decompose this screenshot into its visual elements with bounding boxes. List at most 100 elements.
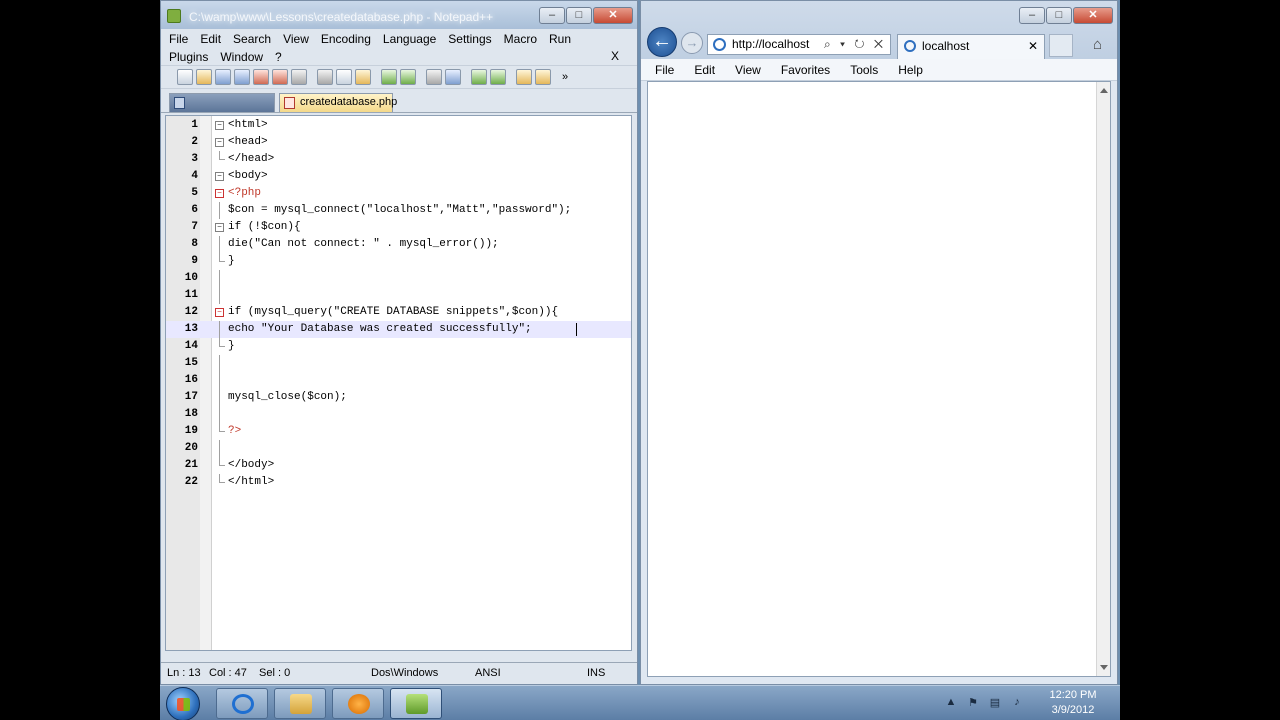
menu-language[interactable]: Language <box>383 30 436 48</box>
menu-help[interactable]: Help <box>898 63 923 77</box>
menu-search[interactable]: Search <box>233 30 271 48</box>
close-all-icon[interactable] <box>272 69 288 85</box>
zoom-out-icon[interactable] <box>490 69 506 85</box>
line-number: 18 <box>184 408 198 420</box>
menu-favorites[interactable]: Favorites <box>781 63 830 77</box>
fold-toggle-icon[interactable]: − <box>215 223 224 232</box>
tab-document-1[interactable] <box>169 93 275 112</box>
status-column: Col : 47 <box>209 667 247 679</box>
menu-plugins[interactable]: Plugins <box>169 48 208 66</box>
minimize-button[interactable]: – <box>1019 7 1045 24</box>
copy-icon[interactable] <box>336 69 352 85</box>
close-button[interactable]: ✕ <box>593 7 633 24</box>
save-all-icon[interactable] <box>234 69 250 85</box>
code-line-current: 13 echo "Your Database was created succe… <box>166 321 631 338</box>
vertical-scrollbar[interactable] <box>1096 82 1110 676</box>
file-saved-icon <box>174 97 185 109</box>
maximize-button[interactable]: □ <box>566 7 592 24</box>
close-document-button[interactable]: X <box>611 47 619 65</box>
menu-run[interactable]: Run <box>549 30 571 48</box>
paste-icon[interactable] <box>355 69 371 85</box>
clock[interactable]: 12:20 PM 3/9/2012 <box>1038 688 1108 718</box>
print-icon[interactable] <box>291 69 307 85</box>
desktop: C:\wamp\www\Lessons\createdatabase.php -… <box>160 0 1120 720</box>
menu-settings[interactable]: Settings <box>448 30 491 48</box>
scroll-up-icon[interactable] <box>1100 88 1108 93</box>
taskbar-internet-explorer[interactable] <box>216 688 268 719</box>
fold-toggle-icon[interactable]: − <box>215 138 224 147</box>
notepadpp-title-bar[interactable]: C:\wamp\www\Lessons\createdatabase.php -… <box>161 1 637 29</box>
tab-createdatabase[interactable]: createdatabase.php <box>279 93 397 112</box>
browser-title-bar[interactable]: – □ ✕ ← → http://localhost ⌕ ▾ ↻ ✕ local… <box>641 1 1117 59</box>
menu-window[interactable]: Window <box>220 48 263 66</box>
menu-tools[interactable]: Tools <box>850 63 878 77</box>
zoom-in-icon[interactable] <box>471 69 487 85</box>
menu-macro[interactable]: Macro <box>504 30 537 48</box>
open-file-icon[interactable] <box>196 69 212 85</box>
browser-tab-localhost[interactable]: localhost ✕ <box>897 34 1045 59</box>
forward-arrow-icon[interactable]: → <box>681 32 703 54</box>
fold-toggle-icon[interactable]: − <box>215 172 224 181</box>
save-icon[interactable] <box>215 69 231 85</box>
fold-toggle-icon[interactable]: − <box>215 308 224 317</box>
system-tray: ▲ ⚑ ▤ ♪ <box>944 696 1024 709</box>
home-icon[interactable]: ⌂ <box>1093 37 1109 53</box>
menu-file[interactable]: File <box>655 63 674 77</box>
ie-logo-icon <box>904 40 916 52</box>
address-tools-icons[interactable]: ⌕ ▾ ↻ ✕ <box>824 35 886 54</box>
code-editor[interactable]: 1 − <html> 2 − <head> 3 </head> 4 − <bod… <box>165 115 632 651</box>
new-tab-button[interactable] <box>1049 34 1073 57</box>
fold-line <box>219 202 220 219</box>
close-button[interactable]: ✕ <box>1073 7 1113 24</box>
menu-help[interactable]: ? <box>275 48 282 66</box>
toolbar-overflow-icon[interactable]: » <box>562 71 568 83</box>
scroll-down-icon[interactable] <box>1100 665 1108 670</box>
close-file-icon[interactable] <box>253 69 269 85</box>
line-number: 15 <box>184 357 198 369</box>
taskbar-notepadpp[interactable] <box>390 688 442 719</box>
code-line: 4 − <body> <box>166 168 631 185</box>
maximize-button[interactable]: □ <box>1046 7 1072 24</box>
fold-line <box>219 372 220 389</box>
find-icon[interactable] <box>426 69 442 85</box>
menu-view[interactable]: View <box>735 63 761 77</box>
network-icon[interactable]: ▤ <box>988 696 1002 709</box>
show-hidden-icons-icon[interactable]: ▲ <box>944 696 958 709</box>
status-encoding: ANSI <box>475 667 501 679</box>
start-button[interactable] <box>166 687 200 720</box>
code-text: if (mysql_query("CREATE DATABASE snippet… <box>228 306 559 318</box>
menu-encoding[interactable]: Encoding <box>321 30 371 48</box>
menu-file[interactable]: File <box>169 30 188 48</box>
menu-edit[interactable]: Edit <box>694 63 715 77</box>
clock-date: 3/9/2012 <box>1051 704 1095 716</box>
close-tab-icon[interactable]: ✕ <box>1028 35 1038 58</box>
minimize-button[interactable]: – <box>539 7 565 24</box>
browser-viewport[interactable] <box>647 81 1111 677</box>
code-line: 16 <box>166 372 631 389</box>
menu-view[interactable]: View <box>283 30 309 48</box>
volume-icon[interactable]: ♪ <box>1010 696 1024 709</box>
taskbar-media-player[interactable] <box>332 688 384 719</box>
line-number: 12 <box>184 306 198 318</box>
code-line: 17 mysql_close($con); <box>166 389 631 406</box>
cut-icon[interactable] <box>317 69 333 85</box>
sync-scroll-icon[interactable] <box>516 69 532 85</box>
code-line: 15 <box>166 355 631 372</box>
fold-toggle-icon[interactable]: − <box>215 189 224 198</box>
new-file-icon[interactable] <box>177 69 193 85</box>
code-text: echo "Your Database was created successf… <box>228 323 532 335</box>
fold-line <box>219 270 220 287</box>
fold-toggle-icon[interactable]: − <box>215 121 224 130</box>
back-arrow-icon[interactable]: ← <box>647 27 677 57</box>
address-bar[interactable]: http://localhost ⌕ ▾ ↻ ✕ <box>707 34 891 55</box>
taskbar-explorer[interactable] <box>274 688 326 719</box>
redo-icon[interactable] <box>400 69 416 85</box>
fold-line <box>219 406 220 423</box>
wrap-icon[interactable] <box>535 69 551 85</box>
menu-edit[interactable]: Edit <box>200 30 221 48</box>
replace-icon[interactable] <box>445 69 461 85</box>
code-text: <?php <box>228 187 262 199</box>
undo-icon[interactable] <box>381 69 397 85</box>
action-center-icon[interactable]: ⚑ <box>966 696 980 709</box>
clock-time: 12:20 PM <box>1049 689 1097 701</box>
